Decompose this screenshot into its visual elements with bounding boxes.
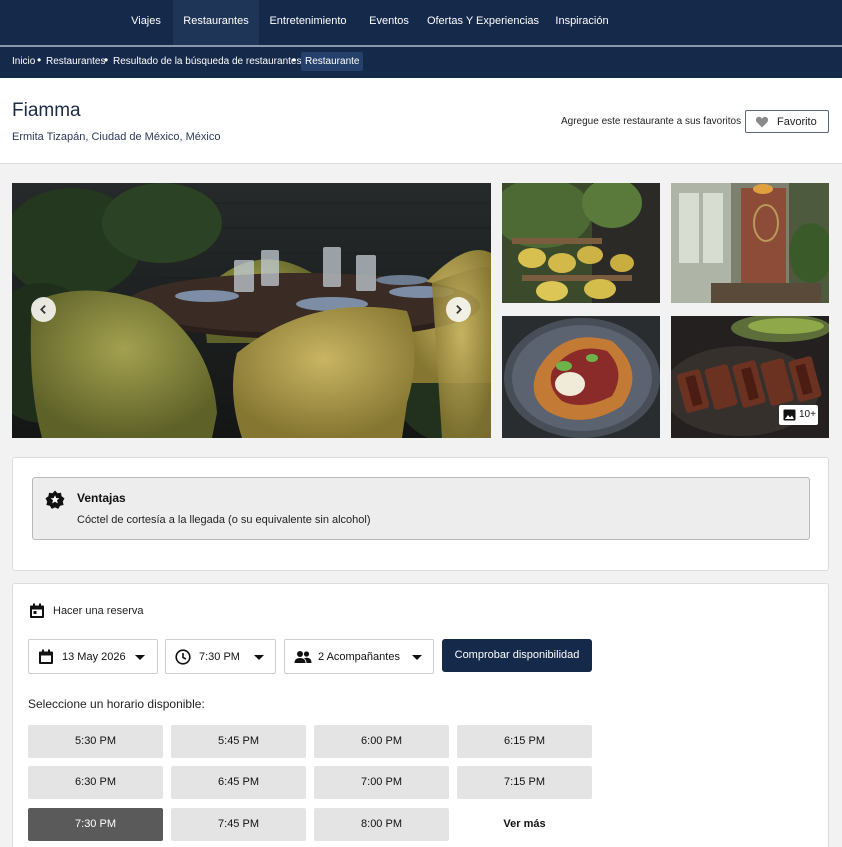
breadcrumb-inicio[interactable]: Inicio xyxy=(12,56,35,67)
nav-item-inspiracion[interactable]: Inspiración xyxy=(550,0,614,46)
chevron-down-icon xyxy=(135,655,145,660)
slots-label: Seleccione un horario disponible: xyxy=(28,697,205,711)
time-slot[interactable]: 6:15 PM xyxy=(457,725,592,758)
perks-box: Ventajas Cóctel de cortesía a la llegada… xyxy=(32,477,810,540)
interior-bar-image xyxy=(671,183,829,303)
gallery-prev-button[interactable] xyxy=(31,297,56,322)
check-availability-button[interactable]: Comprobar disponibilidad xyxy=(442,639,592,672)
image-icon xyxy=(783,409,796,421)
heart-icon xyxy=(755,116,769,128)
nav-item-restaurantes[interactable]: Restaurantes xyxy=(173,0,259,46)
time-picker[interactable]: 7:30 PM xyxy=(165,639,276,674)
chevron-left-icon xyxy=(40,305,46,314)
time-slot[interactable]: 7:45 PM xyxy=(171,808,306,841)
reservation-title: Hacer una reserva xyxy=(53,605,144,617)
calendar-icon xyxy=(30,603,44,618)
nav-item-entretenimiento[interactable]: Entretenimiento xyxy=(262,0,354,46)
breadcrumb-separator: • xyxy=(37,53,42,67)
nav-item-viajes[interactable]: Viajes xyxy=(122,0,170,46)
nav-item-ofertas[interactable]: Ofertas Y Experiencias xyxy=(424,0,542,46)
perks-description: Cóctel de cortesía a la llegada (o su eq… xyxy=(77,514,371,526)
clock-icon xyxy=(175,649,191,665)
more-photos-button[interactable]: 10+ xyxy=(779,405,818,425)
breadcrumb-restaurantes[interactable]: Restaurantes xyxy=(46,56,105,67)
favorite-button[interactable]: Favorito xyxy=(745,110,829,133)
perks-title: Ventajas xyxy=(77,491,126,505)
time-value: 7:30 PM xyxy=(199,651,240,663)
time-slot-selected[interactable]: 7:30 PM xyxy=(28,808,163,841)
chevron-down-icon xyxy=(412,655,422,660)
gallery-thumbnail-terrace[interactable] xyxy=(502,183,660,303)
time-slot[interactable]: 6:30 PM xyxy=(28,766,163,799)
restaurant-interior-image xyxy=(12,183,491,438)
restaurant-name: Fiamma xyxy=(12,100,81,121)
breadcrumb-search-results[interactable]: Resultado de la búsqueda de restaurantes xyxy=(113,56,301,67)
date-picker[interactable]: 13 May 2026 xyxy=(28,639,158,674)
time-slot[interactable]: 8:00 PM xyxy=(314,808,449,841)
calendar-icon xyxy=(39,649,53,664)
date-value: 13 May 2026 xyxy=(62,651,126,663)
gallery-thumbnail-dessert[interactable] xyxy=(502,316,660,438)
time-slot[interactable]: 5:45 PM xyxy=(171,725,306,758)
top-nav: Viajes Restaurantes Entretenimiento Even… xyxy=(0,0,842,47)
breadcrumb-separator: • xyxy=(292,53,297,67)
breadcrumb-separator: • xyxy=(104,53,109,67)
guests-picker[interactable]: 2 Acompañantes xyxy=(284,639,434,674)
gallery-next-button[interactable] xyxy=(446,297,471,322)
time-slot[interactable]: 6:45 PM xyxy=(171,766,306,799)
nav-item-eventos[interactable]: Eventos xyxy=(360,0,418,46)
main-photo[interactable] xyxy=(12,183,491,438)
star-badge-icon xyxy=(45,490,65,509)
time-slot[interactable]: 5:30 PM xyxy=(28,725,163,758)
chevron-down-icon xyxy=(254,655,264,660)
people-icon xyxy=(294,651,312,663)
guests-value: 2 Acompañantes xyxy=(318,651,400,663)
terrace-dining-image xyxy=(502,183,660,303)
breadcrumb: Inicio • Restaurantes • Resultado de la … xyxy=(0,47,842,78)
see-more-times-link[interactable]: Ver más xyxy=(457,808,592,841)
gallery-thumbnail-interior[interactable] xyxy=(671,183,829,303)
favorite-prompt: Agregue este restaurante a sus favoritos xyxy=(561,116,742,127)
time-slot[interactable]: 6:00 PM xyxy=(314,725,449,758)
dessert-tart-image xyxy=(502,316,660,438)
breadcrumb-current: Restaurante xyxy=(301,52,364,71)
time-slot[interactable]: 7:00 PM xyxy=(314,766,449,799)
restaurant-header: Fiamma Ermita Tizapán, Ciudad de México,… xyxy=(0,78,842,164)
chevron-right-icon xyxy=(456,305,462,314)
restaurant-location: Ermita Tizapán, Ciudad de México, México xyxy=(12,131,221,143)
favorite-button-label: Favorito xyxy=(777,116,817,128)
more-photos-count: 10+ xyxy=(799,409,816,420)
time-slot[interactable]: 7:15 PM xyxy=(457,766,592,799)
